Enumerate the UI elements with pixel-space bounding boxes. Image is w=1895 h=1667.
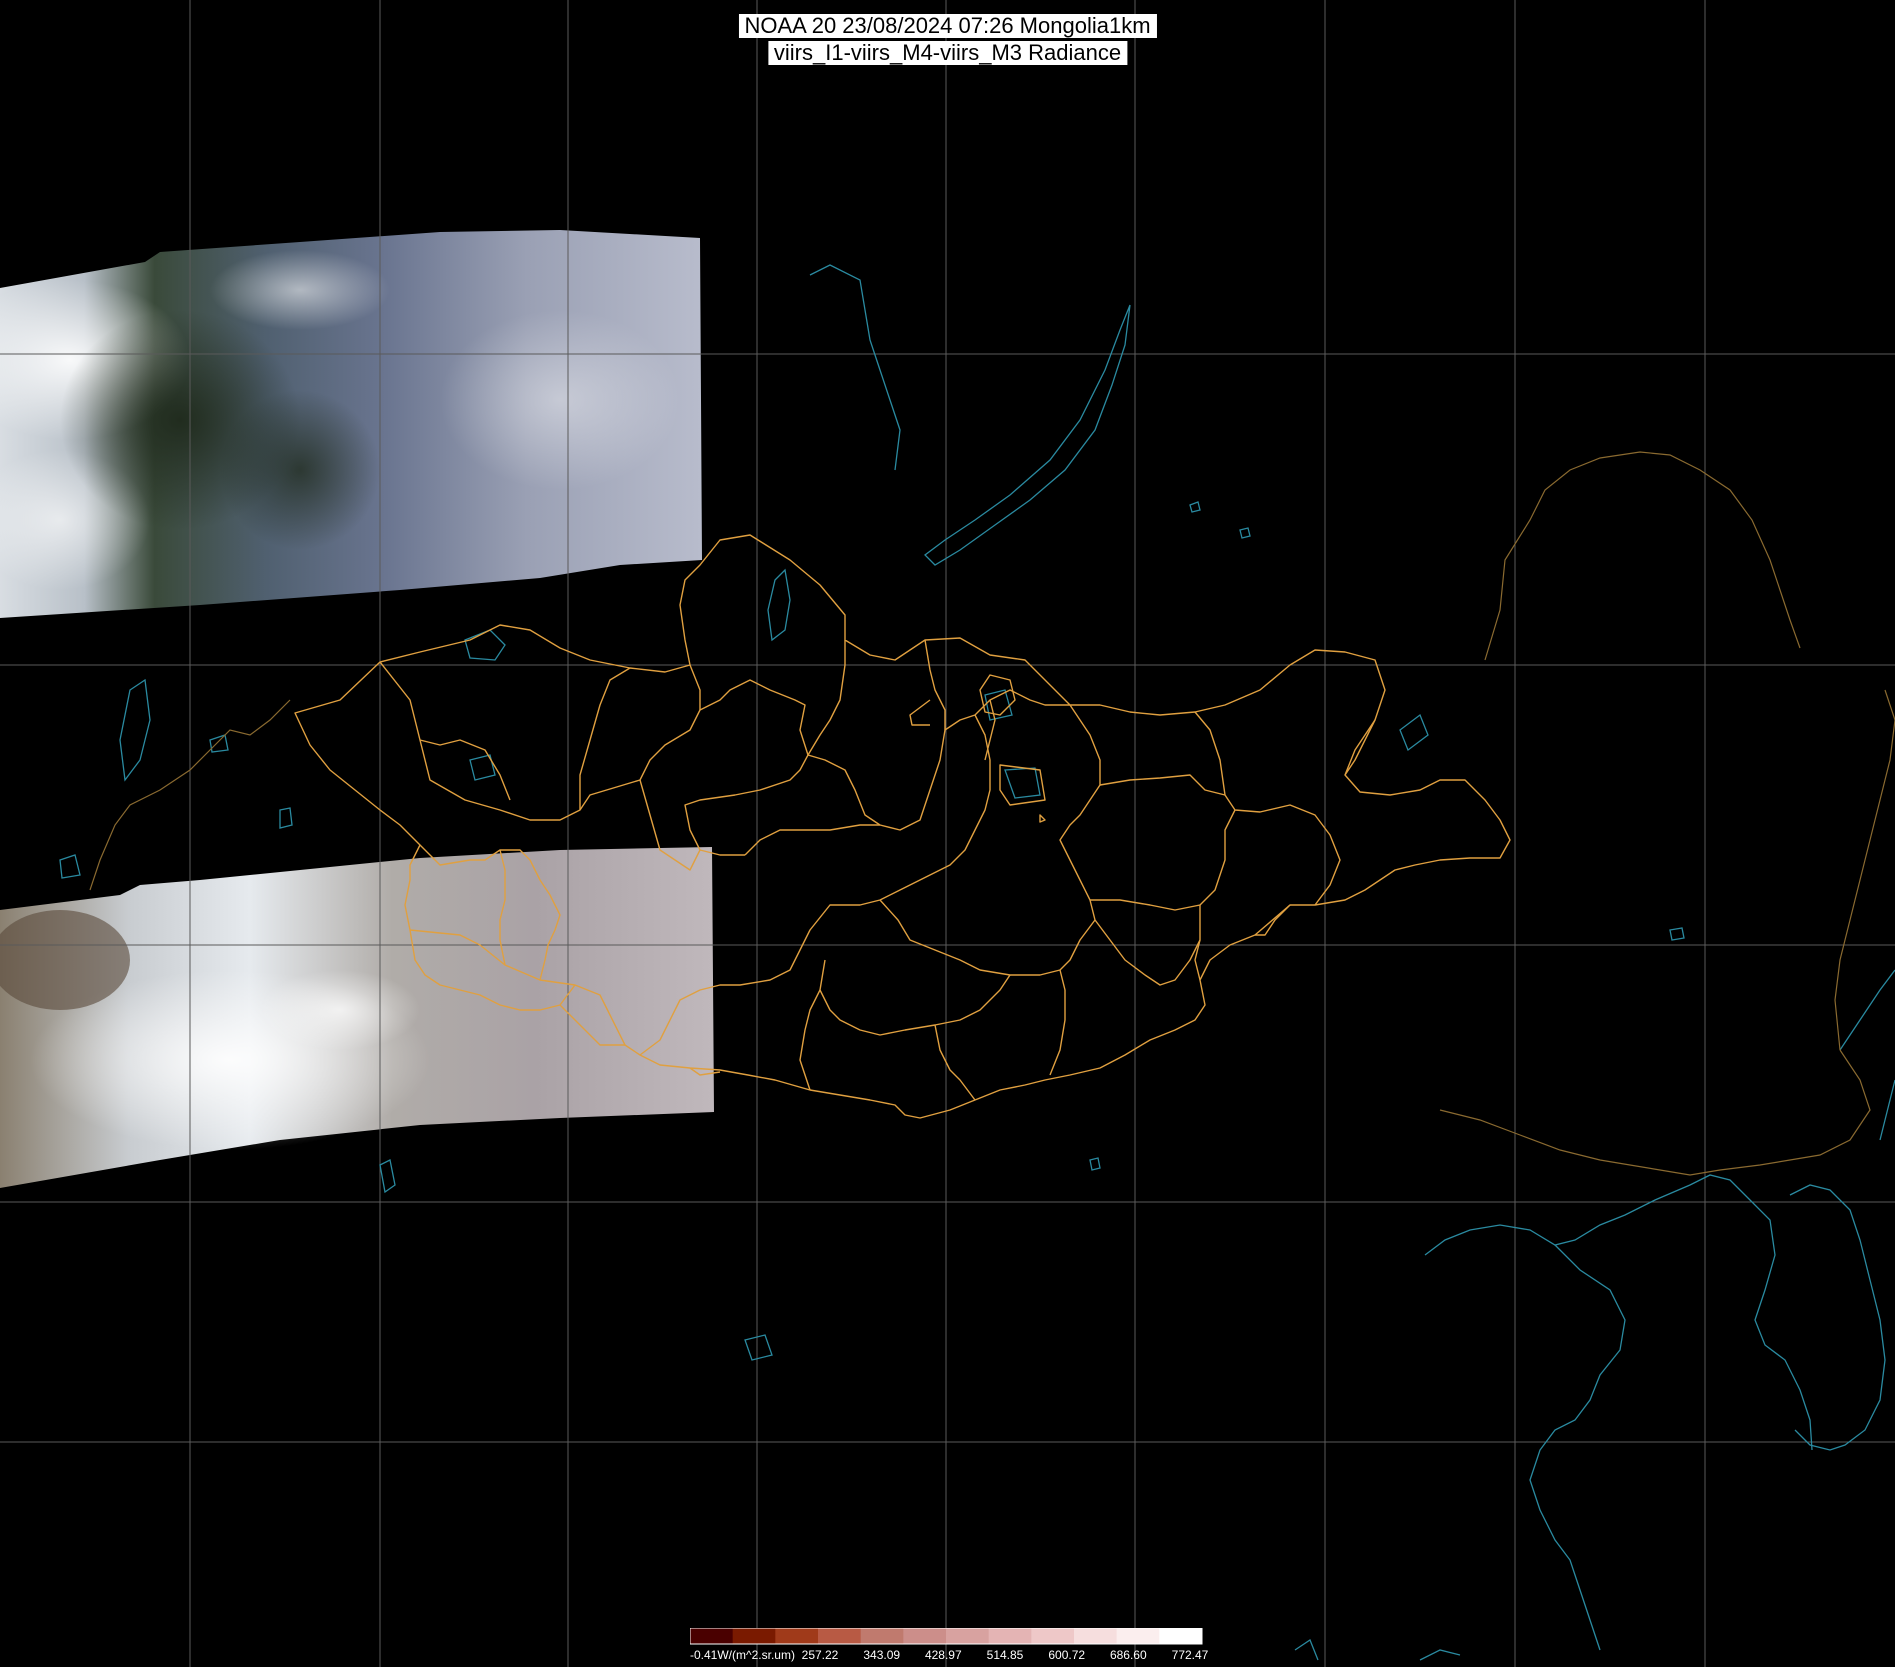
satellite-swath-south xyxy=(0,847,714,1188)
colorbar-tick-label: 600.72 xyxy=(1048,1648,1085,1662)
colorbar-swatch xyxy=(1074,1628,1118,1644)
colorbar-swatch xyxy=(732,1628,776,1644)
colorbar-swatch xyxy=(988,1628,1032,1644)
map-title-line-1: NOAA 20 23/08/2024 07:26 Mongolia1km xyxy=(738,14,1157,38)
satellite-map xyxy=(0,0,1895,1667)
colorbar-tick-label: 428.97 xyxy=(925,1648,962,1662)
colorbar-tick-label: 257.22 xyxy=(802,1648,839,1662)
colorbar-swatch xyxy=(775,1628,819,1644)
colorbar-tick-label: 514.85 xyxy=(987,1648,1024,1662)
colorbar-tick-label: 343.09 xyxy=(863,1648,900,1662)
colorbar-tick-labels: 257.22 343.09 428.97 514.85 600.72 686.60 772.… xyxy=(802,1648,1209,1662)
colorbar-swatch xyxy=(946,1628,990,1644)
colorbar-swatch xyxy=(818,1628,862,1644)
colorbar-swatch xyxy=(903,1628,947,1644)
colorbar-swatch xyxy=(1116,1628,1160,1644)
map-title-line-2: viirs_I1-viirs_M4-viirs_M3 Radiance xyxy=(767,41,1128,65)
satellite-swath-north xyxy=(0,230,702,618)
colorbar-tick-label: 772.47 xyxy=(1172,1648,1209,1662)
colorbar-swatch xyxy=(1159,1628,1203,1644)
colorbar-start-label: -0.41W/(m^2.sr.um) xyxy=(690,1648,795,1662)
colorbar-tick-label: 686.60 xyxy=(1110,1648,1147,1662)
colorbar-swatch xyxy=(690,1628,734,1644)
colorbar-swatches xyxy=(690,1628,1203,1644)
colorbar: -0.41W/(m^2.sr.um) 257.22 343.09 428.97 514… xyxy=(690,1628,1209,1662)
colorbar-swatch xyxy=(1031,1628,1075,1644)
colorbar-swatch xyxy=(860,1628,904,1644)
